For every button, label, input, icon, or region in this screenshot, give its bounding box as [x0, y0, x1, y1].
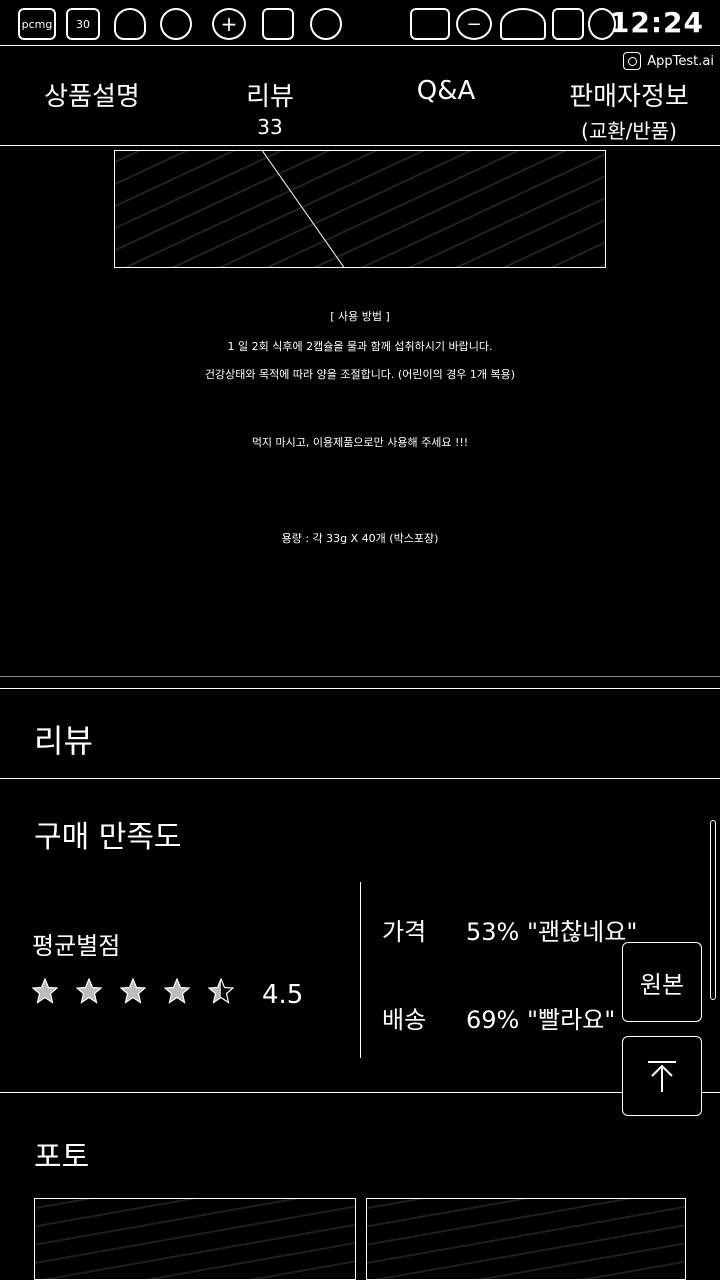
- review-count: 33: [257, 115, 283, 139]
- delivery-comment: "빨라요": [526, 1006, 616, 1034]
- price-percent: 53%: [466, 918, 520, 946]
- divider: [0, 688, 720, 689]
- minus-circle-icon: −: [456, 8, 492, 40]
- tab-seller-info[interactable]: 판매자정보 (교환/반품): [556, 76, 702, 144]
- apptest-watermark: AppTest.ai: [623, 52, 714, 70]
- tab-label: 상품설명: [44, 82, 140, 112]
- tab-bar: 상품설명 리뷰 33 Q&A 판매자정보 (교환/반품): [0, 70, 720, 146]
- apptest-label: AppTest.ai: [647, 53, 714, 69]
- description-line: 1 일 2회 식후에 2캡슐을 물과 함께 섭취하시기 바랍니다.: [227, 340, 493, 353]
- clock: 12:24: [609, 6, 704, 39]
- delivery-metric: 69% "빨라요": [466, 1000, 615, 1035]
- divider: [0, 676, 720, 677]
- rating-value: 4.5: [262, 980, 304, 1010]
- star-full-icon: [76, 978, 102, 1004]
- star-full-icon: [164, 978, 190, 1004]
- star-full-icon: [32, 978, 58, 1004]
- review-title: 리뷰: [34, 722, 93, 760]
- signal-icon: [552, 8, 584, 40]
- cast-icon: [410, 8, 450, 40]
- star-rating: [32, 978, 234, 1004]
- description-line: 먹지 마시고, 이용제품으로만 사용해 주세요 !!!: [251, 436, 469, 449]
- tab-sublabel: (교환/반품): [581, 119, 677, 143]
- divider: [0, 778, 720, 779]
- scrollbar[interactable]: [710, 820, 716, 1000]
- tab-label: 판매자정보: [569, 82, 689, 112]
- description-line: 건강상태와 목적에 따라 양을 조절합니다. (어린이의 경우 1개 복용): [204, 368, 516, 381]
- leaf-icon: [114, 8, 146, 40]
- arrow-up-icon: [648, 1061, 676, 1092]
- vertical-divider: [360, 882, 361, 1058]
- tab-review[interactable]: 리뷰 33: [230, 76, 310, 139]
- divider: [0, 1092, 720, 1093]
- original-button[interactable]: 원본: [622, 942, 702, 1022]
- average-rating-label: 평균별점: [32, 932, 121, 960]
- price-metric: 53% "괜찮네요": [466, 912, 637, 947]
- pcmg-label: pcmg: [21, 17, 53, 31]
- image-detail: [255, 151, 348, 267]
- plus-icon: +: [212, 8, 246, 40]
- flag-icon: [262, 8, 294, 40]
- star-full-icon: [120, 978, 146, 1004]
- review-photo[interactable]: [34, 1198, 356, 1280]
- satisfaction-title: 구매 만족도: [34, 820, 182, 855]
- tab-label: 리뷰: [246, 82, 294, 112]
- wifi-icon: [500, 8, 546, 40]
- calendar-label: 30: [76, 17, 90, 31]
- calendar-icon: 30: [66, 8, 100, 40]
- delivery-label: 배송: [382, 1006, 427, 1034]
- tab-qna[interactable]: Q&A: [400, 76, 492, 106]
- price-label: 가격: [382, 918, 427, 946]
- chat-icon: [160, 8, 192, 40]
- camera-icon: [623, 52, 642, 70]
- status-bar: pcmg 30 + − 12:24: [0, 0, 720, 46]
- original-button-label: 원본: [639, 970, 685, 999]
- tab-description[interactable]: 상품설명: [30, 76, 154, 113]
- product-image: [114, 150, 606, 268]
- usage-heading: [ 사용 방법 ]: [330, 310, 390, 323]
- description-line: 용량 : 각 33g X 40개 (박스포장): [281, 532, 439, 545]
- pcmg-icon: pcmg: [18, 8, 56, 40]
- circle-icon: [310, 8, 342, 40]
- photo-title: 포토: [34, 1140, 90, 1175]
- price-comment: "괜찮네요": [526, 918, 638, 946]
- star-half-icon: [208, 978, 234, 1004]
- scroll-top-button[interactable]: [622, 1036, 702, 1116]
- review-photo[interactable]: [366, 1198, 686, 1280]
- tab-label: Q&A: [416, 76, 476, 106]
- delivery-percent: 69%: [466, 1006, 520, 1034]
